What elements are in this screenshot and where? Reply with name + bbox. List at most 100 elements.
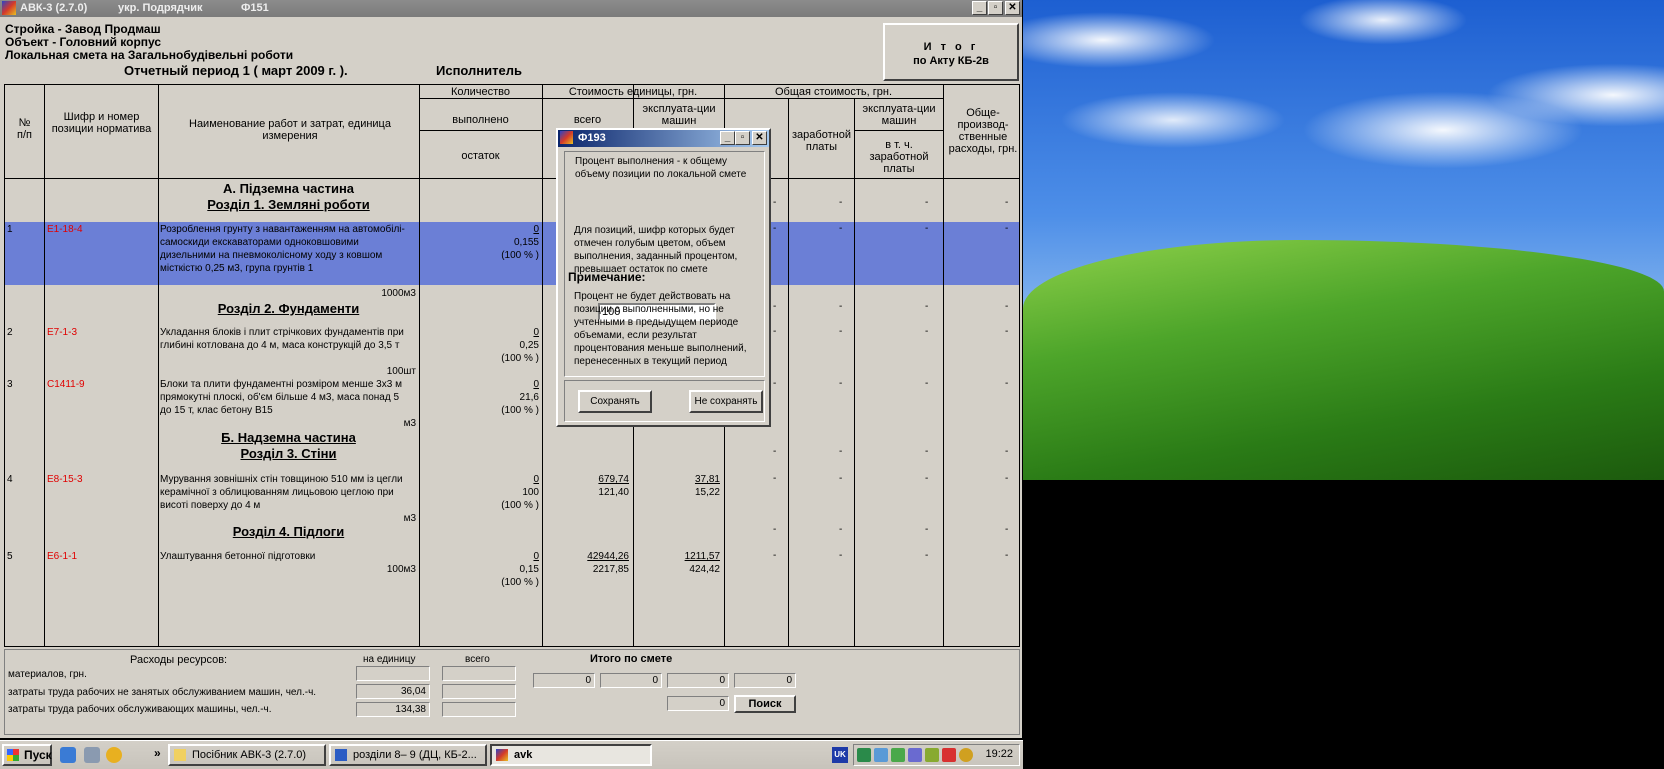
row5-unit-mach-salary: 424,42 xyxy=(689,564,720,575)
tray-icon-2[interactable] xyxy=(874,748,888,762)
row2-name: Укладання блоків і плит стрічкових фунда… xyxy=(160,327,404,351)
header-estimate: Локальная смета на Загальнобудівельні ро… xyxy=(5,48,294,62)
dash: - xyxy=(839,524,843,535)
row1-code[interactable]: Е1-18-4 xyxy=(47,223,83,236)
row4-code[interactable]: Е8-15-3 xyxy=(47,473,83,486)
dash: - xyxy=(1005,197,1009,208)
note-title: Примечание: xyxy=(568,270,646,284)
col-npp-header: № п/п xyxy=(17,117,32,141)
minimize-button[interactable]: _ xyxy=(972,1,987,15)
col-mach-header: эксплуата-ции машин xyxy=(862,103,936,127)
dialog-minimize-button[interactable]: _ xyxy=(720,131,735,145)
row2-unit: 100шт xyxy=(386,366,416,377)
itog-label: И т о г xyxy=(923,41,979,53)
taskbar-item-avk-label: avk xyxy=(514,749,533,761)
section-part-b: Б. Надземна частина xyxy=(221,430,356,445)
section-3-title: Розділ 3. Стіни xyxy=(240,446,337,461)
tray-icon-6[interactable] xyxy=(942,748,956,762)
dash: - xyxy=(839,301,843,312)
dialog-button-area: Сохранять Не сохранять xyxy=(564,380,765,422)
col-qty-rest-header: остаток xyxy=(461,150,500,162)
labor-machines-label: затраты труда рабочих обслуживающих маши… xyxy=(8,704,272,715)
col-mach-salary-header: в т. ч. заработной платы xyxy=(869,139,929,175)
row3-percent: (100 % ) xyxy=(501,405,539,416)
total-header: всего xyxy=(465,654,490,665)
row5-unit: 100м3 xyxy=(386,564,416,575)
labor2-total-field xyxy=(442,702,516,717)
dash: - xyxy=(839,550,843,561)
materials-per-unit-field xyxy=(356,666,430,681)
row4-unit-total: 679,74 xyxy=(598,474,629,485)
total-field-2: 0 xyxy=(600,673,662,688)
save-button[interactable]: Сохранять xyxy=(578,390,652,413)
blue-code-description: Для позиций, шифр которых будет отмечен … xyxy=(574,225,738,275)
row1-unit: 1000м3 xyxy=(381,288,416,299)
row3-code[interactable]: С1411-9 xyxy=(47,378,85,391)
tray-icon-3[interactable] xyxy=(891,748,905,762)
estimate-table: № п/п Шифр и номер позиции норматива Наи… xyxy=(4,84,1020,647)
tray-icon-7[interactable] xyxy=(959,748,973,762)
language-indicator[interactable]: UK xyxy=(832,747,848,763)
row4-percent: (100 % ) xyxy=(501,500,539,511)
start-button[interactable]: Пуск xyxy=(2,744,52,766)
dialog-close-button[interactable]: ✕ xyxy=(752,131,767,145)
quicklaunch-more-icon[interactable]: » xyxy=(154,746,161,760)
total-field-3: 0 xyxy=(667,673,729,688)
section-1-title: Розділ 1. Земляні роботи xyxy=(207,197,370,212)
window-titlebar[interactable]: АВК-3 (2.7.0) укр. Подрядчик Ф151 _ ▫ ✕ xyxy=(0,0,1022,17)
col-total-cost-header: Общая стоимость, грн. xyxy=(774,86,893,98)
materials-label: материалов, грн. xyxy=(8,669,87,680)
tray-icon-4[interactable] xyxy=(908,748,922,762)
row5-done: 0 xyxy=(533,551,539,562)
row4-unit-mach-salary: 15,22 xyxy=(694,487,720,498)
taskbar-item-word[interactable]: розділи 8– 9 (ДЦ, КБ-2... xyxy=(329,744,487,766)
system-tray: 19:22 xyxy=(853,744,1020,766)
itogo-header: Итого по смете xyxy=(590,653,673,665)
maximize-button[interactable]: ▫ xyxy=(988,1,1003,15)
col-salary-header: заработной платы xyxy=(792,129,851,153)
row1-number: 1 xyxy=(7,224,13,235)
row2-code[interactable]: Е7-1-3 xyxy=(47,326,77,339)
dash: - xyxy=(773,301,777,312)
explorer-icon[interactable] xyxy=(84,747,100,763)
taskbar-item-avk[interactable]: avk xyxy=(490,744,652,766)
row5-percent: (100 % ) xyxy=(501,577,539,588)
clock[interactable]: 19:22 xyxy=(985,748,1013,760)
itog-act-button[interactable]: И т о г по Акту КБ-2в xyxy=(883,23,1019,81)
dash: - xyxy=(925,473,929,484)
col-overhead-header: Обще-производ-ственные расходы, грн. xyxy=(948,107,1018,155)
dash: - xyxy=(1005,223,1009,234)
window-title: АВК-3 (2.7.0) xyxy=(20,2,88,14)
col-unit-total-header: всего xyxy=(573,114,602,126)
dash: - xyxy=(925,378,929,389)
dash: - xyxy=(925,197,929,208)
dialog-app-icon xyxy=(560,131,573,144)
dash: - xyxy=(773,550,777,561)
dash: - xyxy=(925,223,929,234)
dash: - xyxy=(839,197,843,208)
tray-icon-5[interactable] xyxy=(925,748,939,762)
row3-number: 3 xyxy=(7,379,13,390)
row1-rest: 0,155 xyxy=(513,237,539,248)
row5-code[interactable]: Е6-1-1 xyxy=(47,550,77,563)
browser-icon[interactable] xyxy=(60,747,76,763)
row4-unit-mach: 37,81 xyxy=(694,474,720,485)
row2-percent: (100 % ) xyxy=(501,353,539,364)
close-button[interactable]: ✕ xyxy=(1005,1,1020,15)
search-button[interactable]: Поиск xyxy=(734,695,796,713)
header-period: Отчетный период 1 ( март 2009 г. ). xyxy=(124,63,348,78)
taskbar-item-guide[interactable]: Посібник АВК-3 (2.7.0) xyxy=(168,744,326,766)
dialog-maximize-button[interactable]: ▫ xyxy=(735,131,750,145)
section-2-title: Розділ 2. Фундаменти xyxy=(217,301,360,316)
row4-done: 0 xyxy=(533,474,539,485)
media-player-icon[interactable] xyxy=(106,747,122,763)
dialog-titlebar[interactable]: Ф193 _ ▫ ✕ xyxy=(558,130,769,147)
word-document-icon xyxy=(335,749,347,761)
col-qty-header: Количество xyxy=(450,86,511,98)
dont-save-button[interactable]: Не сохранять xyxy=(689,390,763,413)
row1-percent: (100 % ) xyxy=(501,250,539,261)
dash: - xyxy=(1005,378,1009,389)
tray-icon-1[interactable] xyxy=(857,748,871,762)
dash: - xyxy=(925,326,929,337)
total-field-5: 0 xyxy=(667,696,729,711)
